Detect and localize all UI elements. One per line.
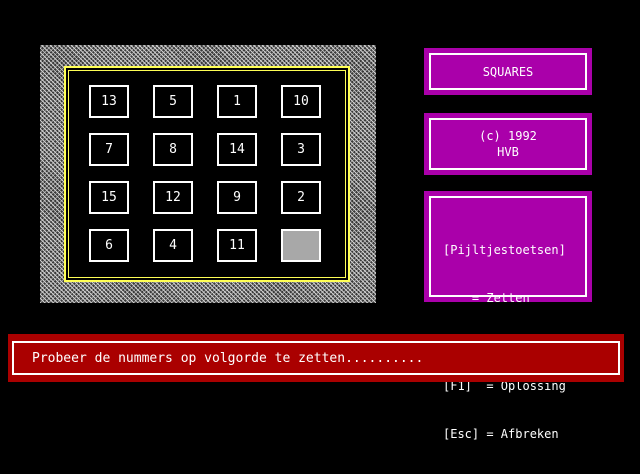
- tile[interactable]: 13: [89, 85, 129, 118]
- board-frame: 13 5 1 10 7 8 14 3 15 12 9 2 6 4 11: [40, 45, 376, 303]
- game-title: SQUARES: [482, 64, 534, 79]
- help-arrow-action: = Zetten: [443, 291, 530, 305]
- tile[interactable]: 4: [153, 229, 193, 262]
- status-message: Probeer de nummers op volgorde te zetten…: [32, 350, 424, 366]
- help-esc: [Esc] = Afbreken: [443, 427, 559, 441]
- title-panel: SQUARES: [424, 48, 592, 95]
- tile[interactable]: 3: [281, 133, 321, 166]
- puzzle-board: 13 5 1 10 7 8 14 3 15 12 9 2 6 4 11: [64, 66, 350, 282]
- tile[interactable]: 11: [217, 229, 257, 262]
- blank-tile-cursor[interactable]: [281, 229, 321, 262]
- tile[interactable]: 2: [281, 181, 321, 214]
- copyright-text: (c) 1992: [479, 129, 537, 143]
- status-bar: Probeer de nummers op volgorde te zetten…: [8, 334, 624, 382]
- tile[interactable]: 7: [89, 133, 129, 166]
- tile[interactable]: 9: [217, 181, 257, 214]
- author-text: HVB: [497, 145, 519, 159]
- tile[interactable]: 10: [281, 85, 321, 118]
- tile[interactable]: 5: [153, 85, 193, 118]
- help-arrow-keys: [Pijltjestoetsen]: [443, 243, 566, 257]
- help-panel: [Pijltjestoetsen] = Zetten [F1] = Oploss…: [424, 191, 592, 441]
- tile[interactable]: 6: [89, 229, 129, 262]
- tile[interactable]: 1: [217, 85, 257, 118]
- tile[interactable]: 12: [153, 181, 193, 214]
- tile[interactable]: 8: [153, 133, 193, 166]
- tile[interactable]: 14: [217, 133, 257, 166]
- tile[interactable]: 15: [89, 181, 129, 214]
- copyright-panel: (c) 1992 HVB: [424, 113, 592, 175]
